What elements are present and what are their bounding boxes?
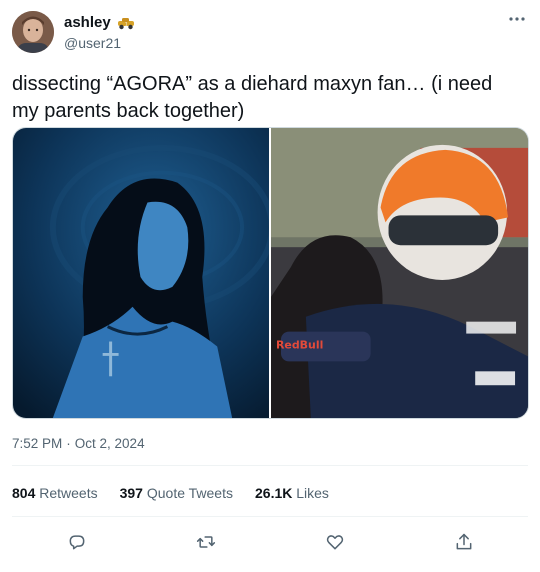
media-image-2[interactable]: RedBull (271, 128, 528, 418)
likes-count: 26.1K (255, 485, 293, 501)
media-image-1[interactable] (13, 128, 269, 418)
display-name[interactable]: ashley (64, 14, 111, 31)
like-button[interactable] (320, 527, 350, 557)
retweet-icon (196, 536, 215, 548)
retweets-label: Retweets (39, 485, 98, 501)
share-button[interactable] (449, 527, 479, 557)
reply-icon (69, 535, 84, 550)
tweet-text: dissecting “AGORA” as a diehard maxyn fa… (12, 73, 493, 122)
timestamp-separator: · (66, 436, 71, 451)
tweet-card: ashley 1 @user21 dissecting “AGORA” as a… (0, 0, 540, 572)
like-icon (326, 535, 343, 550)
more-options-icon[interactable] (506, 9, 528, 29)
engagement-stats: 804 Retweets 397 Quote Tweets 26.1K Like… (12, 485, 329, 501)
author-handle[interactable]: @user21 (64, 35, 121, 51)
divider (12, 465, 528, 466)
divider (12, 516, 528, 517)
avatar[interactable] (12, 11, 54, 53)
retweet-button[interactable] (191, 527, 221, 557)
reply-button[interactable] (62, 527, 92, 557)
retweets-count: 804 (12, 485, 36, 501)
likes-label: Likes (296, 485, 329, 501)
retweets-stat[interactable]: 804 Retweets (12, 485, 98, 501)
tweet-actions (12, 527, 528, 557)
quote-tweets-label: Quote Tweets (146, 485, 233, 501)
quote-tweets-stat[interactable]: 397 Quote Tweets (120, 485, 233, 501)
tweet-timestamp[interactable]: 7:52 PM · Oct 2, 2024 (12, 436, 145, 451)
media-grid: RedBull (12, 127, 529, 419)
share-icon (456, 533, 471, 550)
svg-text:RedBull: RedBull (276, 338, 323, 351)
quote-tweets-count: 397 (119, 485, 143, 501)
author-name-row[interactable]: ashley 1 (64, 14, 136, 31)
likes-stat[interactable]: 26.1K Likes (255, 485, 329, 501)
tweet-date[interactable]: Oct 2, 2024 (75, 436, 145, 451)
race-car-emoji-icon: 1 (116, 16, 136, 30)
tweet-time[interactable]: 7:52 PM (12, 436, 62, 451)
